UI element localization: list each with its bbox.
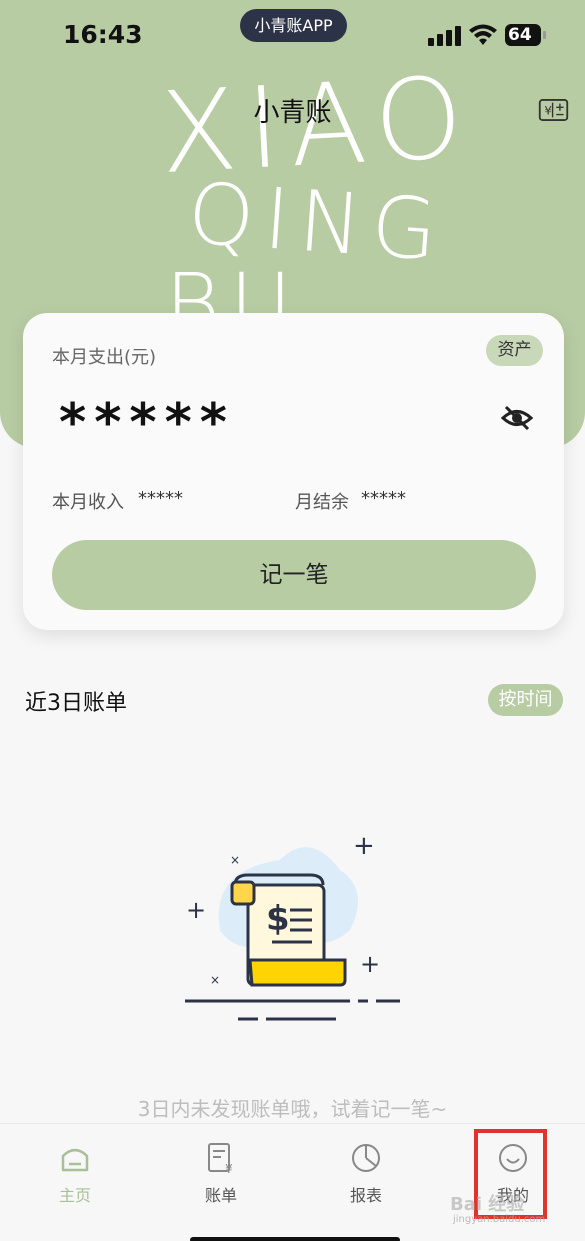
tab-bills-label: 账单 — [204, 1186, 237, 1205]
tab-report-label: 报表 — [349, 1186, 382, 1205]
asset-button[interactable]: 资产 — [486, 335, 543, 366]
home-indicator[interactable] — [190, 1237, 400, 1241]
battery-icon: 64 — [505, 24, 546, 46]
status-time: 16:43 — [63, 20, 143, 49]
svg-text:¥: ¥ — [544, 104, 552, 118]
svg-text:×: × — [230, 853, 240, 867]
status-bar: 16:43 小青账APP 64 — [0, 0, 585, 72]
svg-text:+: + — [353, 831, 375, 861]
monthly-income-value: ***** — [138, 488, 183, 509]
bill-icon: ¥ — [208, 1143, 233, 1176]
summary-card: 本月支出(元) 资产 ***** 本月收入 ***** 月结余 ***** 记一… — [23, 313, 564, 630]
tab-home[interactable]: 主页 — [35, 1142, 115, 1206]
watermark-url: jingyan.baidu.com — [453, 1214, 546, 1225]
signal-icon — [428, 26, 462, 46]
svg-text:$: $ — [266, 899, 290, 939]
page-title: 小青账 — [253, 98, 332, 128]
tab-home-label: 主页 — [58, 1186, 91, 1205]
monthly-income-label: 本月收入 — [52, 492, 124, 513]
record-entry-button[interactable]: 记一笔 — [52, 540, 536, 610]
svg-text:¥: ¥ — [225, 1162, 233, 1174]
tab-bills[interactable]: ¥ 账单 — [181, 1142, 261, 1206]
sort-by-time-button[interactable]: 按时间 — [488, 684, 563, 716]
eye-hidden-icon[interactable] — [501, 405, 533, 431]
empty-bills-message: 3日内未发现账单哦，试着记一笔~ — [137, 1097, 448, 1121]
monthly-expense-amount: ***** — [59, 393, 235, 453]
tab-report[interactable]: 报表 — [326, 1142, 406, 1206]
watermark-text: Bai 经验 — [450, 1194, 525, 1215]
currency-exchange-icon[interactable]: ¥ — [538, 99, 569, 121]
pie-chart-icon — [352, 1144, 380, 1172]
svg-text:+: + — [360, 950, 380, 978]
monthly-balance-label: 月结余 — [295, 492, 349, 513]
wifi-icon — [469, 24, 497, 45]
svg-text:×: × — [210, 973, 220, 987]
monthly-balance-value: ***** — [361, 488, 406, 509]
home-icon — [61, 1148, 89, 1172]
svg-text:+: + — [186, 896, 206, 924]
recent-bills-title: 近3日账单 — [25, 691, 127, 716]
dynamic-island-pill: 小青账APP — [240, 9, 347, 42]
empty-receipt-illustration: $ + + + × × — [185, 831, 400, 1021]
monthly-expense-label: 本月支出(元) — [52, 347, 157, 368]
